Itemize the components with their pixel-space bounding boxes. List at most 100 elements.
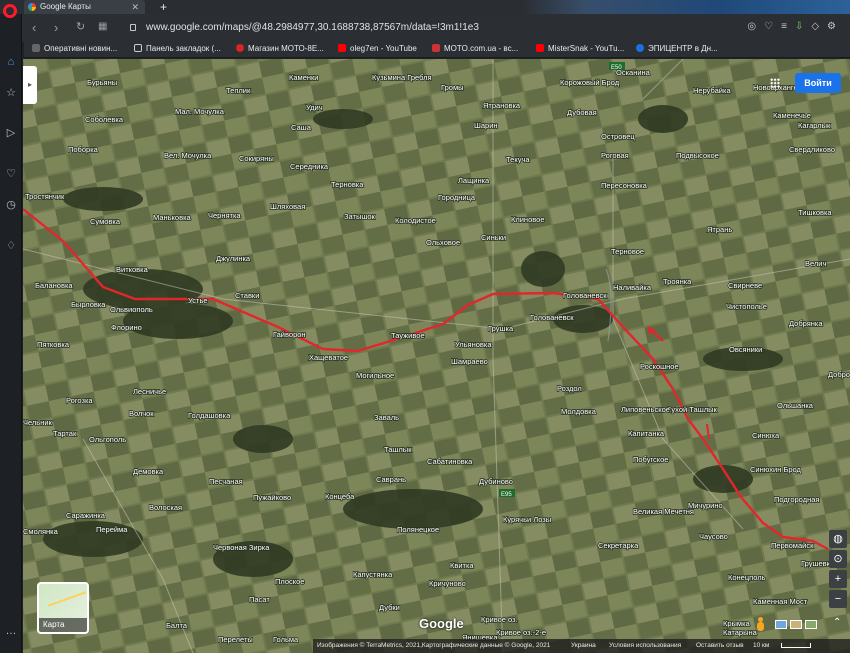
place-label: Тартак	[53, 429, 77, 438]
place-label: Полянецкое	[397, 525, 439, 534]
place-label: Грушка	[488, 324, 514, 333]
place-label: Ташлык	[384, 445, 412, 454]
collapse-panel-button[interactable]: ▸	[23, 66, 37, 104]
pegman-icon[interactable]	[755, 617, 765, 633]
place-label: Хащеватое	[309, 353, 348, 362]
bookmark-item[interactable]: MisterSnak - YouTu...	[536, 44, 624, 53]
address-bar: ‹ › ↻ ▦ www.google.com/maps/@48.2984977,…	[0, 14, 850, 42]
place-label: Ольгополь	[89, 435, 126, 444]
speed-dial-icon[interactable]: ▦	[98, 21, 107, 32]
place-label: Ставки	[235, 291, 259, 300]
place-label: Чистополье	[726, 302, 767, 311]
bookmark-item[interactable]: Магазин МОТО-8Е...	[236, 44, 324, 53]
cube-icon[interactable]: ◇	[811, 21, 827, 32]
url-field[interactable]: www.google.com/maps/@48.2984977,30.16887…	[118, 19, 718, 37]
bookmark-item[interactable]: Оперативні новин...	[32, 44, 117, 53]
place-label: Теплик	[226, 86, 251, 95]
place-label: Велич	[805, 259, 826, 268]
globe-icon[interactable]: ◍	[829, 530, 847, 548]
place-label: Пасат	[249, 595, 270, 604]
home-icon[interactable]: ⌂	[4, 55, 18, 69]
player-icon[interactable]: ▷	[4, 126, 18, 140]
tab-google-maps[interactable]: Google Карты ✕	[24, 0, 145, 14]
map-layer-toggle[interactable]: Карта	[37, 582, 89, 634]
place-label: Ольховое	[426, 238, 460, 247]
star-icon[interactable]: ☆	[4, 86, 18, 100]
imagery-thumbnail[interactable]	[805, 620, 817, 629]
place-label: Удич	[306, 103, 323, 112]
my-location-icon[interactable]: ⊙	[829, 550, 847, 568]
place-label: Каменки	[289, 73, 318, 82]
bookmark-folder[interactable]: Панель закладок (...	[134, 44, 221, 53]
place-label: Курячьи Лозы	[503, 515, 551, 524]
new-tab-button[interactable]: +	[160, 0, 167, 14]
road-badge-label: E95	[501, 492, 512, 498]
place-label: Роговая	[601, 151, 629, 160]
back-icon[interactable]: ‹	[32, 20, 36, 35]
place-label: Перейма	[96, 525, 128, 534]
map-footer: Изображения © TerraMetrics, 2021,Картогр…	[313, 639, 850, 653]
heart-icon[interactable]: ♡	[764, 21, 781, 32]
place-label: Шляховая	[270, 202, 305, 211]
place-label: Плоское	[275, 577, 304, 586]
place-label: Бырловка	[71, 300, 106, 309]
place-label: Голованевск	[530, 313, 574, 322]
place-label: Городница	[438, 193, 476, 202]
bookmark-item[interactable]: oleg7en - YouTube	[338, 44, 417, 53]
history-icon[interactable]: ◷	[4, 198, 18, 212]
terms-link[interactable]: Условия использования	[609, 639, 681, 653]
bookmark-item[interactable]: ЭПИЦЕНТР в Дн...	[636, 44, 718, 53]
bulb-icon[interactable]: ♢	[4, 239, 18, 253]
imagery-thumbnail[interactable]	[790, 620, 802, 629]
expand-icon[interactable]: ⌃	[833, 617, 841, 628]
place-label: Колодистое	[395, 216, 436, 225]
place-label: Балановка	[35, 281, 73, 290]
bookmark-item[interactable]: MOTO.com.ua - вс...	[432, 44, 518, 53]
place-label: Ятрань	[707, 225, 732, 234]
place-label: Крымка	[723, 619, 751, 628]
place-label: Чаусово	[699, 532, 728, 541]
google-maps-favicon-icon	[28, 3, 36, 11]
sign-in-button[interactable]: Войти	[795, 73, 841, 93]
country-link[interactable]: Украина	[571, 639, 596, 653]
place-label: Добрянка	[789, 319, 823, 328]
place-label: Могильное	[356, 371, 394, 380]
satellite-map[interactable]: E50 E95 Каменки Кузьмина Гребля Громы Корож…	[23, 59, 850, 653]
map-controls: ◍ ⊙ + −	[829, 530, 847, 610]
place-label: Роздол	[557, 384, 582, 393]
place-label: Устье	[188, 296, 208, 305]
reload-icon[interactable]: ↻	[76, 20, 85, 33]
place-label: Джулинка	[216, 254, 251, 263]
forward-icon[interactable]: ›	[54, 20, 58, 35]
camera-icon[interactable]: ◎	[747, 21, 764, 32]
close-tab-icon[interactable]: ✕	[131, 0, 139, 14]
place-label: Волоская	[149, 503, 182, 512]
zoom-out-button[interactable]: −	[829, 590, 847, 608]
place-label: Терновка	[331, 180, 364, 189]
more-icon[interactable]: …	[4, 624, 18, 638]
place-label: Дубки	[379, 603, 400, 612]
menu-icon[interactable]: ≡	[781, 21, 795, 32]
download-icon[interactable]: ⇩	[795, 21, 811, 32]
place-label: Конецполь	[728, 573, 766, 582]
place-label: Секретарка	[598, 541, 639, 550]
imagery-thumbnail[interactable]	[775, 620, 787, 629]
place-label: Затышок	[344, 212, 376, 221]
google-logo: Google	[419, 616, 464, 631]
apps-grid-icon[interactable]	[770, 78, 780, 88]
place-label: Шамраево	[451, 357, 488, 366]
opera-logo-icon[interactable]	[3, 4, 17, 18]
place-label: Островец	[601, 132, 635, 141]
place-label: Свердликово	[789, 145, 835, 154]
place-label: Тростянчик	[25, 192, 65, 201]
zoom-in-button[interactable]: +	[829, 570, 847, 588]
place-label: Овсяники	[729, 345, 762, 354]
place-label: Наливайка	[613, 283, 652, 292]
place-label: Витковка	[116, 265, 149, 274]
heart-icon[interactable]: ♡	[4, 167, 18, 181]
settings-icon[interactable]: ⚙	[827, 21, 844, 32]
feedback-link[interactable]: Оставить отзыв	[696, 639, 744, 653]
place-label: Каменная Мост	[753, 597, 808, 606]
map-canvas[interactable]: E50 E95 Каменки Кузьмина ГребляГромыКорож…	[23, 59, 850, 653]
place-label: Ольвиополь	[110, 305, 153, 314]
